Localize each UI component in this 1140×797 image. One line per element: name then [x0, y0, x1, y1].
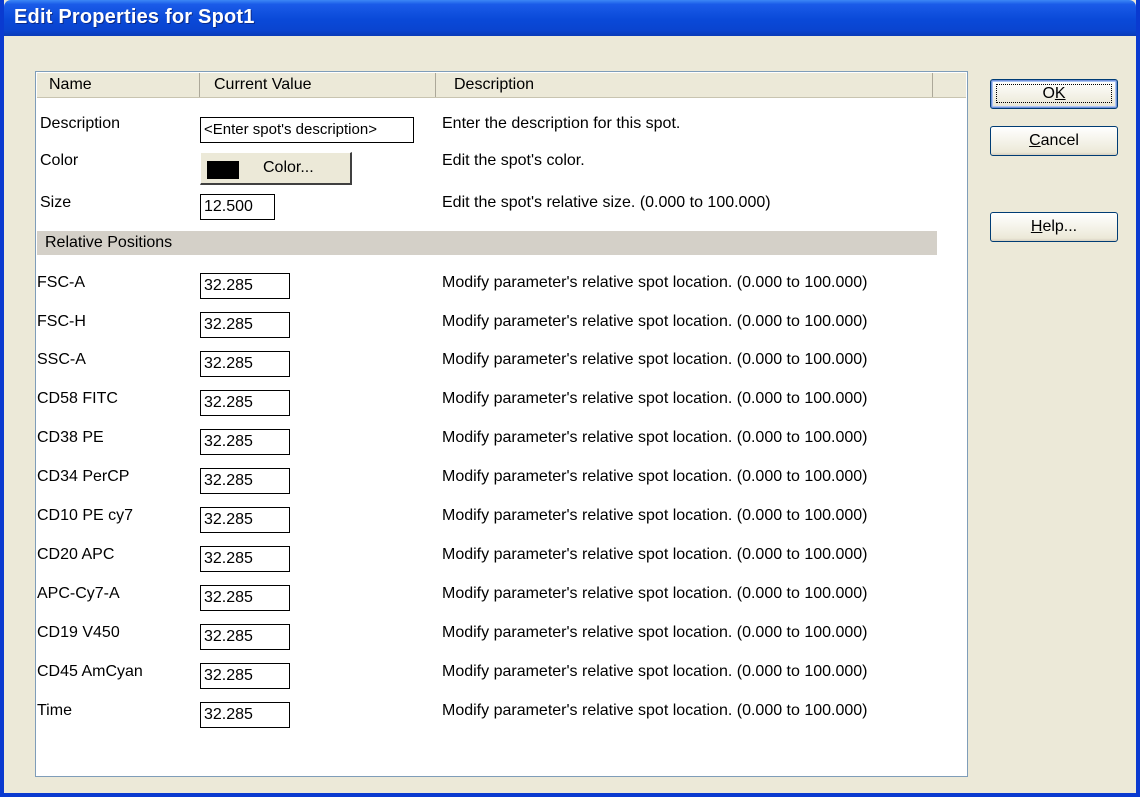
- param-name: APC-Cy7-A: [37, 585, 120, 602]
- ok-button[interactable]: OK: [990, 79, 1118, 109]
- window-title: Edit Properties for Spot1: [14, 6, 255, 28]
- description-row-name: Description: [40, 115, 121, 132]
- color-row-name: Color: [40, 152, 79, 169]
- param-desc: Modify parameter's relative spot locatio…: [442, 624, 868, 641]
- properties-grid: Name Current Value Description Descripti…: [35, 71, 968, 777]
- help-button[interactable]: Help...: [990, 212, 1118, 242]
- param-desc: Modify parameter's relative spot locatio…: [442, 274, 868, 291]
- param-value-input[interactable]: 32.285: [200, 663, 290, 689]
- param-desc: Modify parameter's relative spot locatio…: [442, 702, 868, 719]
- param-name: Time: [37, 702, 72, 719]
- param-name: CD20 APC: [37, 546, 115, 563]
- param-desc: Modify parameter's relative spot locatio…: [442, 663, 868, 680]
- param-name: FSC-H: [37, 313, 86, 330]
- param-name: CD34 PerCP: [37, 468, 130, 485]
- column-header-name[interactable]: Name: [37, 73, 200, 97]
- param-name: CD10 PE cy7: [37, 507, 134, 524]
- param-desc: Modify parameter's relative spot locatio…: [442, 468, 868, 485]
- grid-header: Name Current Value Description: [37, 73, 966, 98]
- param-name: SSC-A: [37, 351, 86, 368]
- param-name: CD19 V450: [37, 624, 120, 641]
- param-value-input[interactable]: 32.285: [200, 468, 290, 494]
- param-value-input[interactable]: 32.285: [200, 585, 290, 611]
- color-row-desc: Edit the spot's color.: [442, 152, 585, 169]
- param-desc: Modify parameter's relative spot locatio…: [442, 585, 868, 602]
- param-value-input[interactable]: 32.285: [200, 351, 290, 377]
- param-value-input[interactable]: 32.285: [200, 390, 290, 416]
- param-desc: Modify parameter's relative spot locatio…: [442, 429, 868, 446]
- column-header-description[interactable]: Description: [436, 73, 933, 97]
- column-header-current-value[interactable]: Current Value: [200, 73, 436, 97]
- color-button[interactable]: Color...: [200, 152, 352, 185]
- param-value-input[interactable]: 32.285: [200, 312, 290, 338]
- param-value-input[interactable]: 32.285: [200, 702, 290, 728]
- param-value-input[interactable]: 32.285: [200, 507, 290, 533]
- param-value-input[interactable]: 32.285: [200, 273, 290, 299]
- relative-positions-section: Relative Positions: [37, 231, 937, 255]
- param-name: CD38 PE: [37, 429, 104, 446]
- color-button-label: Color...: [263, 159, 314, 176]
- color-swatch: [207, 161, 239, 179]
- param-desc: Modify parameter's relative spot locatio…: [442, 507, 868, 524]
- description-row-desc: Enter the description for this spot.: [442, 115, 681, 132]
- size-row-name: Size: [40, 194, 72, 211]
- title-bar[interactable]: Edit Properties for Spot1: [4, 0, 1136, 36]
- param-value-input[interactable]: 32.285: [200, 546, 290, 572]
- param-name: CD45 AmCyan: [37, 663, 143, 680]
- param-name: FSC-A: [37, 274, 85, 291]
- param-desc: Modify parameter's relative spot locatio…: [442, 390, 868, 407]
- edit-properties-dialog: Edit Properties for Spot1 Name Current V…: [0, 0, 1140, 797]
- description-input[interactable]: <Enter spot's description>: [200, 117, 414, 143]
- param-desc: Modify parameter's relative spot locatio…: [442, 313, 868, 330]
- size-row-desc: Edit the spot's relative size. (0.000 to…: [442, 194, 771, 211]
- param-value-input[interactable]: 32.285: [200, 624, 290, 650]
- param-desc: Modify parameter's relative spot locatio…: [442, 351, 868, 368]
- param-desc: Modify parameter's relative spot locatio…: [442, 546, 868, 563]
- cancel-button[interactable]: Cancel: [990, 126, 1118, 156]
- param-name: CD58 FITC: [37, 390, 118, 407]
- ok-button-label: OK: [996, 84, 1112, 103]
- size-input[interactable]: 12.500: [200, 194, 275, 220]
- param-value-input[interactable]: 32.285: [200, 429, 290, 455]
